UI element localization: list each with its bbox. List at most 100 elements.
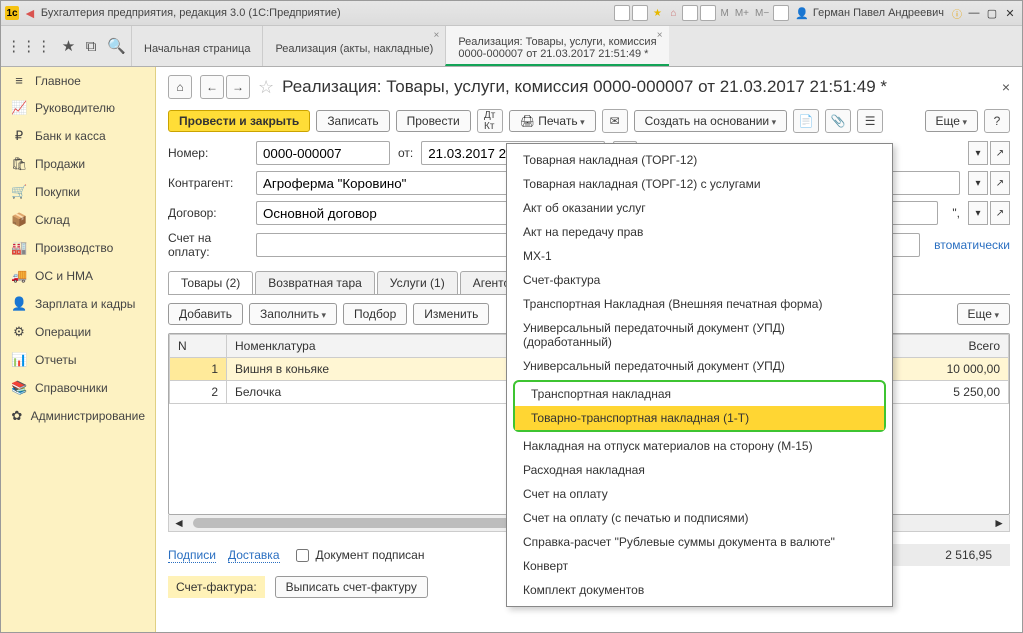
attach-button[interactable]: 📎 bbox=[825, 109, 851, 133]
print-menu-item[interactable]: Справка-расчет "Рублевые суммы документа… bbox=[507, 530, 892, 554]
print-menu-item[interactable]: Конверт bbox=[507, 554, 892, 578]
sidebar-item-1[interactable]: 📈Руководителю bbox=[1, 94, 155, 122]
number-input[interactable] bbox=[256, 141, 390, 165]
add-button[interactable]: Добавить bbox=[168, 303, 243, 325]
tb-icon-3[interactable] bbox=[682, 5, 698, 21]
user-icon: 👤 bbox=[795, 7, 809, 20]
dt-kt-button[interactable]: ДтКт bbox=[477, 109, 503, 133]
field-open-icon[interactable]: ↗ bbox=[990, 141, 1010, 165]
app-title: Бухгалтерия предприятия, редакция 3.0 (1… bbox=[41, 7, 341, 19]
scroll-left-icon[interactable]: ◄ bbox=[169, 516, 189, 530]
field-clear-icon[interactable]: ▾ bbox=[968, 201, 988, 225]
sidebar-item-9[interactable]: ⚙Операции bbox=[1, 318, 155, 346]
col-n[interactable]: N bbox=[170, 335, 227, 358]
maximize-button[interactable]: ▢ bbox=[984, 6, 1000, 20]
fav-star-icon[interactable]: ★ bbox=[62, 37, 75, 55]
print-menu-item[interactable]: Универсальный передаточный документ (УПД… bbox=[507, 316, 892, 354]
help-button[interactable]: ? bbox=[984, 109, 1010, 133]
scroll-right-icon[interactable]: ► bbox=[989, 516, 1009, 530]
close-icon[interactable]: × bbox=[433, 30, 439, 41]
create-on-basis-button[interactable]: Создать на основании bbox=[634, 110, 788, 132]
print-menu-item[interactable]: Акт на передачу прав bbox=[507, 220, 892, 244]
clipboard-icon[interactable]: ⧉ bbox=[86, 38, 97, 55]
signatures-link[interactable]: Подписи bbox=[168, 548, 216, 563]
sidebar-item-8[interactable]: 👤Зарплата и кадры bbox=[1, 290, 155, 318]
back-icon[interactable]: ◄ bbox=[23, 5, 37, 21]
mem-mplus[interactable]: M+ bbox=[733, 8, 751, 19]
nav-fwd-button[interactable]: → bbox=[226, 75, 250, 99]
close-form-button[interactable]: × bbox=[1002, 79, 1010, 95]
print-menu-item[interactable]: Комплект документов bbox=[507, 578, 892, 602]
doc-signed-input[interactable] bbox=[296, 549, 309, 562]
more-button[interactable]: Еще bbox=[925, 110, 978, 132]
print-menu-item[interactable]: МХ-1 bbox=[507, 244, 892, 268]
print-menu-item[interactable]: Счет-фактура bbox=[507, 268, 892, 292]
save-button[interactable]: Записать bbox=[316, 110, 389, 132]
print-menu-item[interactable]: Универсальный передаточный документ (УПД… bbox=[507, 354, 892, 378]
sidebar-item-10[interactable]: 📊Отчеты bbox=[1, 346, 155, 374]
mem-m[interactable]: M bbox=[718, 8, 730, 19]
mem-mminus[interactable]: M− bbox=[753, 8, 771, 19]
print-menu-item[interactable]: Транспортная накладная bbox=[515, 382, 884, 406]
search-icon[interactable]: 🔍 bbox=[107, 37, 126, 55]
field-clear-icon[interactable]: ▾ bbox=[968, 141, 988, 165]
field-open-icon[interactable]: ↗ bbox=[990, 201, 1010, 225]
print-menu-item[interactable]: Товарная накладная (ТОРГ-12) bbox=[507, 148, 892, 172]
home-button[interactable]: ⌂ bbox=[168, 75, 192, 99]
post-and-close-button[interactable]: Провести и закрыть bbox=[168, 110, 310, 132]
edit-button[interactable]: Изменить bbox=[413, 303, 489, 325]
nav-back-button[interactable]: ← bbox=[200, 75, 224, 99]
star-icon[interactable]: ★ bbox=[650, 6, 664, 20]
table-more-button[interactable]: Еще bbox=[957, 303, 1010, 325]
favorite-star-icon[interactable]: ☆ bbox=[258, 77, 274, 98]
print-menu-item[interactable]: Расходная накладная bbox=[507, 458, 892, 482]
tb-icon-4[interactable] bbox=[700, 5, 716, 21]
sidebar-item-11[interactable]: 📚Справочники bbox=[1, 374, 155, 402]
tb-icon-5[interactable] bbox=[773, 5, 789, 21]
minimize-button[interactable]: — bbox=[966, 6, 982, 20]
print-menu-item[interactable]: Акт об оказании услуг bbox=[507, 196, 892, 220]
print-menu-item[interactable]: Счет на оплату bbox=[507, 482, 892, 506]
tab-realization-list[interactable]: Реализация (акты, накладные) × bbox=[262, 26, 445, 66]
tb-icon-1[interactable] bbox=[614, 5, 630, 21]
tab-start-page[interactable]: Начальная страница bbox=[131, 26, 262, 66]
sidebar-item-12[interactable]: ✿Администрирование bbox=[1, 402, 155, 430]
select-button[interactable]: Подбор bbox=[343, 303, 407, 325]
list-button[interactable]: ☰ bbox=[857, 109, 883, 133]
sidebar-item-7[interactable]: 🚚ОС и НМА bbox=[1, 262, 155, 290]
sidebar-item-2[interactable]: ₽Банк и касса bbox=[1, 122, 155, 150]
sidebar-item-0[interactable]: ≡Главное bbox=[1, 67, 155, 94]
section-tab-1[interactable]: Возвратная тара bbox=[255, 271, 375, 294]
section-tab-2[interactable]: Услуги (1) bbox=[377, 271, 458, 294]
tab-realization-doc[interactable]: Реализация: Товары, услуги, комиссия 000… bbox=[445, 26, 668, 66]
auto-link[interactable]: втоматически bbox=[934, 238, 1010, 252]
print-menu-button[interactable]: 🖨 Печать bbox=[509, 110, 596, 132]
sidebar-item-5[interactable]: 📦Склад bbox=[1, 206, 155, 234]
print-menu-item[interactable]: Счет на оплату (с печатью и подписями) bbox=[507, 506, 892, 530]
fill-button[interactable]: Заполнить bbox=[249, 303, 337, 325]
field-clear-icon[interactable]: ▾ bbox=[968, 171, 988, 195]
col-total[interactable]: Всего bbox=[892, 335, 1009, 358]
delivery-link[interactable]: Доставка bbox=[228, 548, 280, 563]
print-menu-item[interactable]: Транспортная Накладная (Внешняя печатная… bbox=[507, 292, 892, 316]
home-icon[interactable]: ⌂ bbox=[666, 6, 680, 20]
post-button[interactable]: Провести bbox=[396, 110, 471, 132]
close-icon[interactable]: × bbox=[657, 30, 663, 41]
sidebar-item-4[interactable]: 🛒Покупки bbox=[1, 178, 155, 206]
field-open-icon[interactable]: ↗ bbox=[990, 171, 1010, 195]
print-menu-item[interactable]: Накладная на отпуск материалов на сторон… bbox=[507, 434, 892, 458]
section-tab-0[interactable]: Товары (2) bbox=[168, 271, 253, 294]
tb-icon-2[interactable] bbox=[632, 5, 648, 21]
sidebar-item-3[interactable]: 🛍Продажи bbox=[1, 150, 155, 178]
files-button[interactable]: 📄 bbox=[793, 109, 819, 133]
current-user[interactable]: 👤 Герман Павел Андреевич bbox=[791, 7, 948, 20]
apps-icon[interactable]: ⋮⋮⋮ bbox=[6, 37, 51, 55]
create-invoice-button[interactable]: Выписать счет-фактуру bbox=[275, 576, 428, 598]
mail-button[interactable]: ✉ bbox=[602, 109, 628, 133]
print-menu-item[interactable]: Товарно-транспортная накладная (1-Т) bbox=[515, 406, 884, 430]
sidebar-item-6[interactable]: 🏭Производство bbox=[1, 234, 155, 262]
doc-signed-checkbox[interactable]: Документ подписан bbox=[292, 546, 425, 565]
close-window-button[interactable]: ✕ bbox=[1002, 6, 1018, 20]
info-icon[interactable]: ⓘ bbox=[950, 6, 964, 20]
print-menu-item[interactable]: Товарная накладная (ТОРГ-12) с услугами bbox=[507, 172, 892, 196]
